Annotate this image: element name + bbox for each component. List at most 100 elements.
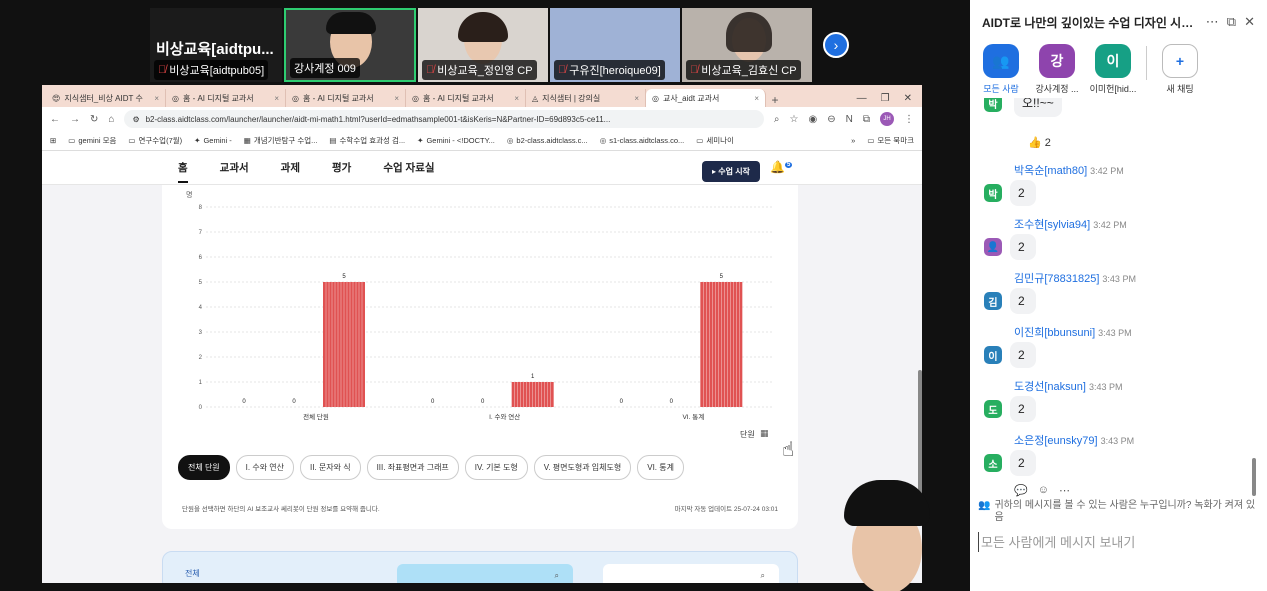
bookmark-item[interactable]: ✦ Gemini - [194, 136, 232, 145]
browser-tab[interactable]: ◎ 홈 - AI 디지털 교과서 × [286, 89, 406, 107]
bookmark-item[interactable]: ▭ 모든 북마크 [867, 135, 914, 146]
extension-icon[interactable]: ◉ [809, 114, 818, 125]
nav-textbook[interactable]: 교과서 [220, 160, 249, 175]
apps-grid-icon[interactable]: ⊞ [50, 136, 56, 145]
bookmark-item[interactable]: ▭ 연구수업(7월) [128, 135, 182, 146]
video-tile[interactable]: 🎙̸ 구유진[heroique09] [550, 8, 680, 82]
bookmark-item[interactable]: ◎ s1-class.aidtclass.co... [600, 136, 685, 145]
close-window-icon[interactable]: ✕ [904, 93, 912, 104]
chat-scrollbar[interactable] [1252, 458, 1256, 496]
person-icon: 👤 [984, 238, 1002, 256]
forward-icon[interactable]: → [70, 114, 80, 125]
bookmark-item[interactable]: ▭ 세미나이 [696, 135, 734, 146]
next-page-button[interactable]: › [823, 32, 849, 58]
filter-unit-5[interactable]: V. 평면도형과 입체도형 [533, 455, 632, 480]
new-chat-button[interactable]: + 새 채팅 [1157, 44, 1203, 100]
filter-unit-1[interactable]: I. 수와 연산 [235, 455, 295, 480]
filter-unit-3[interactable]: III. 좌표평면과 그래프 [366, 455, 459, 480]
close-icon[interactable]: ✕ [1244, 14, 1255, 30]
video-tile[interactable]: 🎙̸ 비상교육_김효신 CP [682, 8, 812, 82]
close-icon[interactable]: × [274, 94, 279, 103]
nav-materials[interactable]: 수업 자료실 [383, 160, 434, 175]
bell-icon[interactable]: 🔔 5 [770, 160, 793, 174]
doc-icon: ▤ [329, 136, 337, 145]
browser-tab[interactable]: ◎ 홈 - AI 디지털 교과서 × [166, 89, 286, 107]
bookmark-item[interactable]: ◎ b2-class.aidtclass.c... [507, 136, 588, 145]
recipient-participant[interactable]: 이 이미헌[hid... [1090, 44, 1136, 100]
more-icon[interactable]: ⋯ [1059, 484, 1070, 497]
bookmark-item[interactable]: ▤ 수학수업 효과성 검... [329, 135, 405, 146]
recipient-label: 이미헌[hid... [1089, 84, 1137, 94]
pop-out-icon[interactable]: ⧉ [1227, 14, 1236, 30]
y-tick-label: 4 [199, 305, 203, 311]
sender-name: 도경선[naksun] [1014, 381, 1086, 393]
y-tick-label: 8 [199, 205, 203, 211]
favicon-icon: ◎ [652, 93, 659, 103]
zoom-icon[interactable]: ⌕ [774, 114, 780, 125]
message-time: 3:42 PM [1090, 166, 1124, 176]
nav-assignment[interactable]: 과제 [281, 160, 300, 175]
filter-unit-2[interactable]: II. 문자와 식 [300, 455, 361, 480]
message-input[interactable]: 모든 사람에게 메시지 보내기 [978, 532, 1258, 552]
filter-unit-4[interactable]: IV. 기본 도형 [464, 455, 528, 480]
close-icon[interactable]: × [154, 94, 159, 103]
close-icon[interactable]: × [514, 94, 519, 103]
participant-name-text: 강사계정 009 [294, 63, 356, 75]
bookmark-item[interactable]: ▭ gemini 모음 [68, 135, 116, 146]
video-tile[interactable]: 🎙̸ 비상교육_정인영 CP [418, 8, 548, 82]
search-box[interactable]: ⌕ [397, 564, 573, 583]
presenter-video[interactable] [830, 470, 940, 591]
x-tick-label: VI. 통계 [682, 412, 704, 421]
close-icon[interactable]: × [394, 94, 399, 103]
reload-icon[interactable]: ↻ [90, 114, 98, 125]
chat-header: AIDT로 나만의 깊이있는 수업 디자인 시작... ⋯ ⧉ ✕ [970, 0, 1267, 44]
minimize-icon[interactable]: — [857, 93, 867, 104]
video-strip: 비상교육[aidtpu... 🎙̸ 비상교육[aidtpub05] 강사계정 00… [150, 6, 850, 82]
recipient-instructor[interactable]: 강 강사계정 ... [1034, 44, 1080, 100]
star-icon[interactable]: ☆ [790, 114, 799, 125]
mic-off-icon: 🎙̸ [558, 64, 567, 76]
y-tick-label: 5 [199, 280, 203, 286]
new-tab-button[interactable]: + [766, 93, 784, 107]
restore-icon[interactable]: ❐ [881, 93, 890, 104]
close-icon[interactable]: × [634, 94, 639, 103]
filter-unit-6[interactable]: VI. 통계 [637, 455, 684, 480]
browser-tab[interactable]: 😍 지식샘터_비상 AIDT 수 × [46, 89, 166, 107]
home-icon[interactable]: ⌂ [108, 114, 114, 125]
back-icon[interactable]: ← [50, 114, 60, 125]
more-bookmarks-icon[interactable]: » [851, 136, 855, 145]
emoji-icon[interactable]: ☺ [1038, 484, 1049, 497]
browser-tab[interactable]: ◎ 홈 - AI 디지털 교과서 × [406, 89, 526, 107]
extension-icon[interactable]: ⊖ [827, 114, 835, 125]
reply-icon[interactable]: 💬 [1014, 484, 1028, 497]
browser-tab[interactable]: ◬ 지식샘터 | 강의실 × [526, 89, 646, 107]
nav-evaluation[interactable]: 평가 [332, 160, 351, 175]
privacy-note[interactable]: 👥 귀하의 메시지를 볼 수 있는 사람은 누구입니까? 녹화가 켜져 있음 [978, 500, 1258, 524]
message-time: 3:42 PM [1093, 220, 1127, 230]
video-tile-active-speaker[interactable]: 강사계정 009 [284, 8, 416, 82]
extensions-puzzle-icon[interactable]: ⧉ [863, 114, 870, 125]
start-class-button[interactable]: ▸ 수업 시작 [702, 161, 760, 182]
bookmark-item[interactable]: ✦ Gemini - <!DOCTY... [417, 136, 495, 145]
search-box[interactable]: ⌕ [603, 564, 779, 583]
recipient-everyone[interactable]: 👥 모든 사람 [978, 44, 1024, 100]
extension-icon[interactable]: N [846, 114, 853, 125]
chevron-right-icon: › [833, 37, 839, 53]
nav-home[interactable]: 홈 [178, 160, 188, 183]
more-menu-icon[interactable]: ⋮ [904, 114, 914, 125]
x-tick-label: 전체 단원 [303, 412, 329, 421]
browser-tab-active[interactable]: ◎ 교사_aidt 교과서 × [646, 89, 766, 107]
bookmark-item[interactable]: ▦ 개념기반탐구 수업... [244, 135, 318, 146]
filter-all-units[interactable]: 전체 단원 [178, 455, 230, 480]
url-field[interactable]: ⚙ b2-class.aidtclass.com/launcher/launche… [124, 110, 764, 128]
screen: 비상교육[aidtpu... 🎙̸ 비상교육[aidtpub05] 강사계정 00… [0, 0, 1267, 591]
presenter-hair [844, 480, 930, 526]
table-icon[interactable]: ▦ [760, 428, 769, 439]
close-icon[interactable]: × [754, 94, 759, 103]
more-options-icon[interactable]: ⋯ [1206, 14, 1219, 30]
profile-avatar[interactable]: JH [880, 112, 894, 126]
data-label: 0 [242, 399, 246, 405]
video-tile-host[interactable]: 비상교육[aidtpu... 🎙̸ 비상교육[aidtpub05] [150, 8, 282, 82]
bottom-panel: 전체 ⌕ ⌕ [162, 551, 798, 583]
reaction-thumbs-up[interactable]: 👍 2 [1028, 136, 1051, 149]
